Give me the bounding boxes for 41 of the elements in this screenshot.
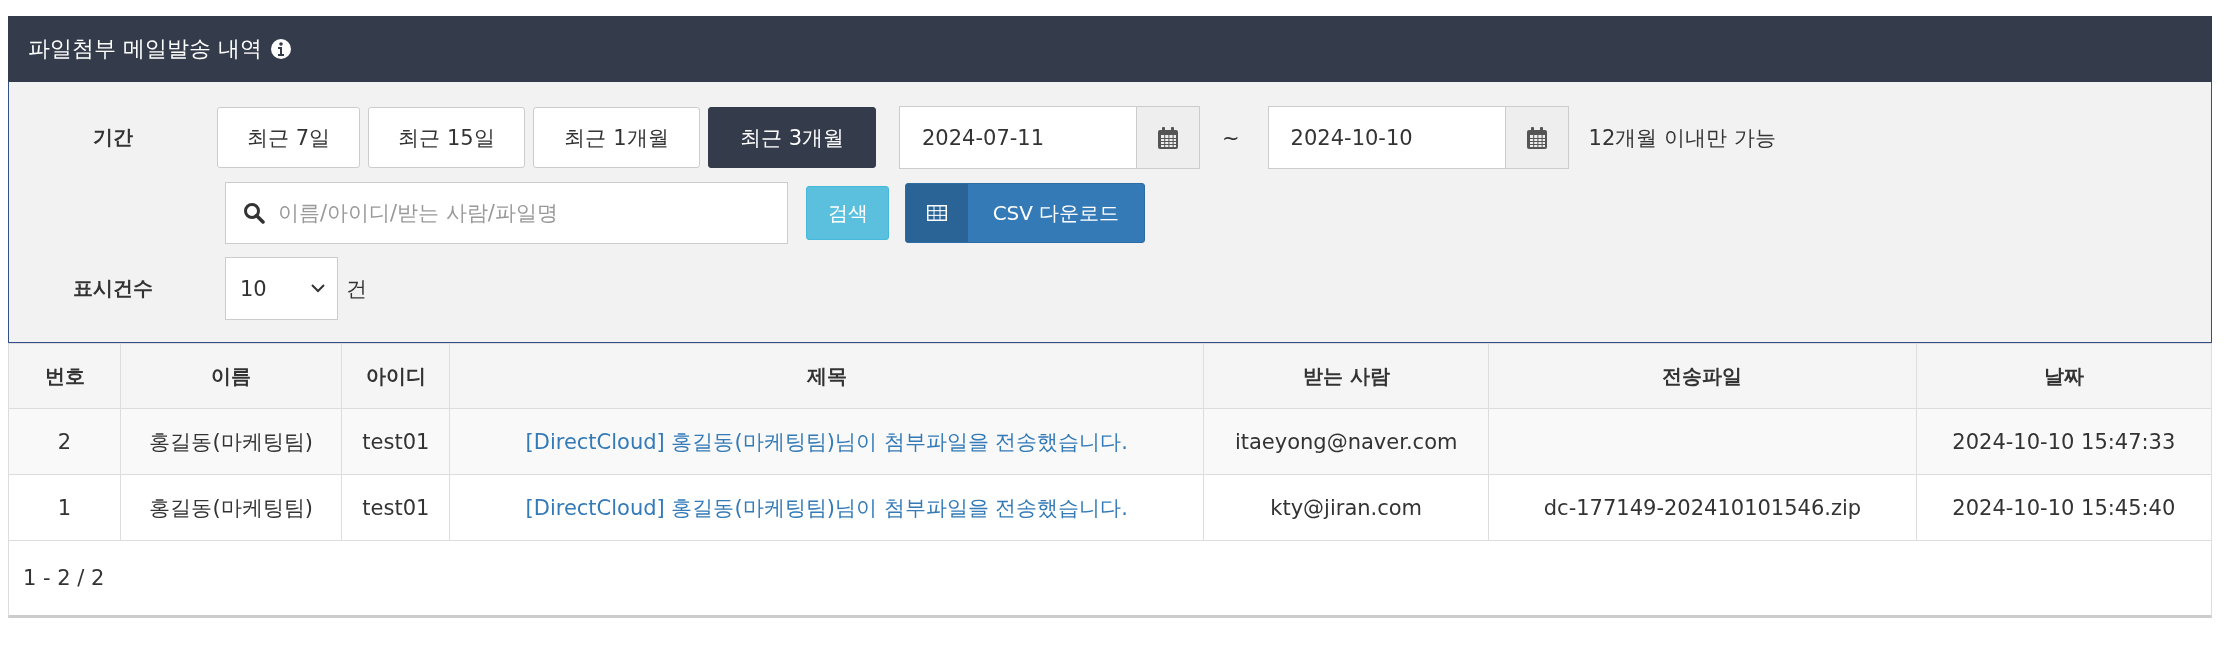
calendar-icon <box>1157 125 1179 150</box>
row-number: 1 <box>57 495 72 520</box>
user-id: test01 <box>362 429 430 454</box>
calendar-icon <box>1525 125 1548 150</box>
panel-title: 파일첨부 메일발송 내역 <box>28 35 262 63</box>
chevron-down-icon <box>311 284 325 293</box>
column-header: 번호 <box>8 343 121 409</box>
table-icon <box>927 205 947 221</box>
start-date-field[interactable]: 2024-07-11 <box>899 106 1200 169</box>
page-size-unit: 건 <box>346 275 367 303</box>
column-header: 받는 사람 <box>1203 343 1489 409</box>
period-button[interactable]: 최근 3개월 <box>708 107 876 168</box>
end-date-field[interactable]: 2024-10-10 <box>1267 106 1569 169</box>
period-button[interactable]: 최근 15일 <box>368 107 525 168</box>
page-size-select[interactable]: 10 <box>225 257 338 320</box>
period-label: 기간 <box>92 124 134 151</box>
sent-date: 2024-10-10 15:45:40 <box>1952 495 2176 520</box>
column-header: 제목 <box>449 343 1204 409</box>
page-size-label: 표시건수 <box>72 275 154 302</box>
row-number: 2 <box>57 429 72 454</box>
column-header: 아이디 <box>341 343 450 409</box>
sent-date: 2024-10-10 15:47:33 <box>1952 429 2176 454</box>
user-name: 홍길동(마케팅팀) <box>149 429 313 454</box>
subject-link[interactable]: [DirectCloud] 홍길동(마케팅팀)님이 첨부파일을 전송했습니다. <box>525 495 1128 520</box>
range-note: 12개월 이내만 가능 <box>1588 124 1776 152</box>
user-name: 홍길동(마케팅팀) <box>149 495 313 520</box>
recipient-email: kty@jiran.com <box>1270 495 1423 520</box>
column-header: 이름 <box>120 343 342 409</box>
user-id: test01 <box>362 495 430 520</box>
column-header: 전송파일 <box>1488 343 1917 409</box>
period-button[interactable]: 최근 1개월 <box>533 107 700 168</box>
search-field[interactable]: 이름/아이디/받는 사람/파일명 <box>225 182 788 244</box>
column-header: 날짜 <box>1916 343 2212 409</box>
period-button[interactable]: 최근 7일 <box>217 107 360 168</box>
csv-download-button[interactable]: CSV 다운로드 <box>905 183 1145 243</box>
range-separator: ~ <box>1222 125 1240 150</box>
info-icon <box>270 38 292 60</box>
file-name: dc-177149-202410101546.zip <box>1543 495 1862 520</box>
subject-link[interactable]: [DirectCloud] 홍길동(마케팅팀)님이 첨부파일을 전송했습니다. <box>525 429 1128 454</box>
pagination-summary: 1 - 2 / 2 <box>23 566 105 590</box>
recipient-email: itaeyong@naver.com <box>1234 429 1458 454</box>
